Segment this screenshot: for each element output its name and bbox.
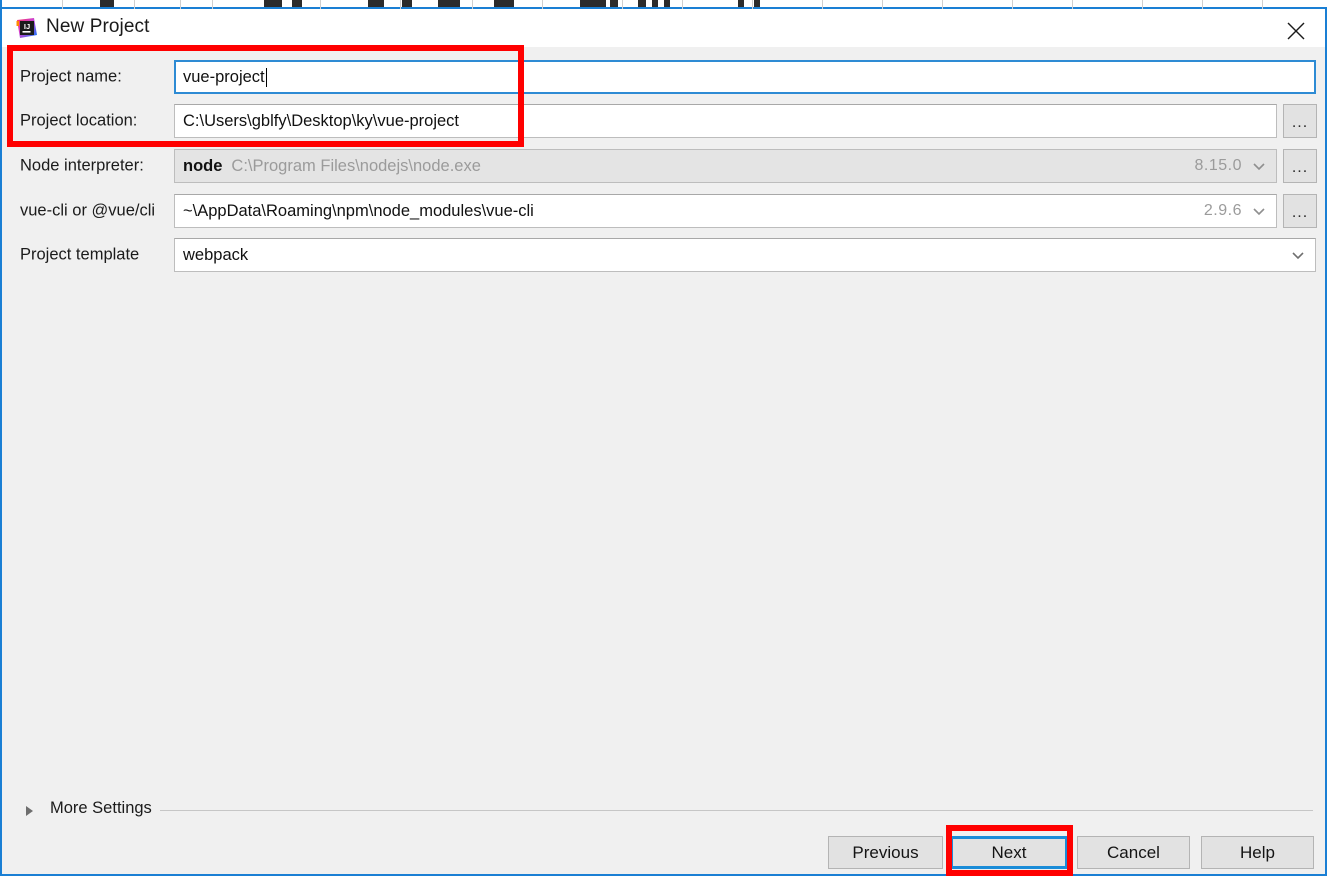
svg-text:IJ: IJ bbox=[24, 22, 30, 31]
chevron-down-icon[interactable] bbox=[1252, 204, 1266, 218]
text-caret bbox=[265, 67, 267, 87]
project-location-value: C:\Users\gblfy\Desktop\ky\vue-project bbox=[183, 111, 460, 130]
triangle-right-icon[interactable] bbox=[26, 806, 33, 816]
row-project-template: Project template webpack bbox=[2, 238, 1325, 272]
cancel-button[interactable]: Cancel bbox=[1077, 836, 1190, 869]
vue-cli-browse-button[interactable]: ... bbox=[1283, 194, 1317, 228]
vue-cli-version: 2.9.6 bbox=[1203, 202, 1242, 219]
project-location-label: Project location: bbox=[20, 111, 138, 130]
previous-button[interactable]: Previous bbox=[828, 836, 943, 869]
project-location-browse-button[interactable]: ... bbox=[1283, 104, 1317, 138]
title-bar: IJ New Project bbox=[2, 9, 1325, 47]
node-interpreter-combo[interactable]: node C:\Program Files\nodejs\node.exe 8.… bbox=[174, 149, 1277, 183]
chevron-down-icon[interactable] bbox=[1252, 159, 1266, 173]
close-icon[interactable] bbox=[1273, 11, 1319, 45]
project-template-value: webpack bbox=[183, 245, 249, 264]
help-button[interactable]: Help bbox=[1201, 836, 1314, 869]
project-location-input[interactable]: C:\Users\gblfy\Desktop\ky\vue-project bbox=[174, 104, 1277, 138]
next-button[interactable]: Next bbox=[950, 836, 1068, 869]
project-template-select[interactable]: webpack bbox=[174, 238, 1316, 272]
new-project-dialog: IJ New Project Project name: vue-project… bbox=[0, 0, 1327, 876]
node-interpreter-browse-button[interactable]: ... bbox=[1283, 149, 1317, 183]
node-interpreter-name: node bbox=[183, 156, 223, 175]
row-project-name: Project name: vue-project bbox=[2, 60, 1325, 94]
more-settings-section[interactable]: More Settings bbox=[2, 799, 1325, 823]
more-settings-label[interactable]: More Settings bbox=[50, 799, 152, 818]
chevron-down-icon[interactable] bbox=[1291, 248, 1305, 262]
row-vue-cli: vue-cli or @vue/cli ~\AppData\Roaming\np… bbox=[2, 194, 1325, 228]
dialog-footer: Previous Next Cancel Help bbox=[2, 827, 1325, 874]
project-name-input[interactable]: vue-project bbox=[174, 60, 1316, 94]
project-name-label: Project name: bbox=[20, 67, 122, 86]
node-interpreter-path: C:\Program Files\nodejs\node.exe bbox=[231, 156, 481, 175]
project-template-label: Project template bbox=[20, 245, 140, 264]
window-title: New Project bbox=[46, 16, 150, 37]
dialog-body: Project name: vue-project Project locati… bbox=[2, 47, 1325, 874]
vue-cli-value: ~\AppData\Roaming\npm\node_modules\vue-c… bbox=[183, 201, 534, 220]
node-interpreter-label: Node interpreter: bbox=[20, 156, 144, 175]
background-window-strip bbox=[2, 0, 1327, 9]
intellij-idea-icon: IJ bbox=[16, 17, 38, 39]
node-interpreter-version: 8.15.0 bbox=[1194, 157, 1242, 174]
project-name-value: vue-project bbox=[183, 67, 265, 86]
more-settings-separator bbox=[160, 810, 1313, 811]
row-node-interpreter: Node interpreter: node C:\Program Files\… bbox=[2, 149, 1325, 183]
vue-cli-label: vue-cli or @vue/cli bbox=[20, 201, 156, 220]
row-project-location: Project location: C:\Users\gblfy\Desktop… bbox=[2, 104, 1325, 138]
vue-cli-combo[interactable]: ~\AppData\Roaming\npm\node_modules\vue-c… bbox=[174, 194, 1277, 228]
